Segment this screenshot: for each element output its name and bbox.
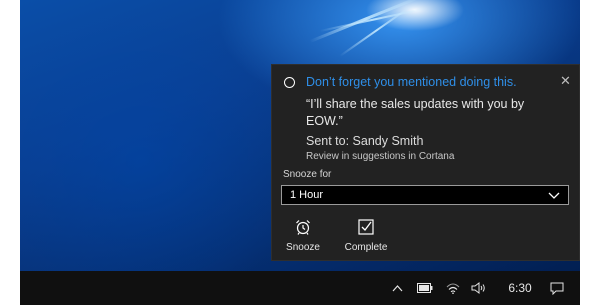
battery-icon[interactable] [414,271,436,305]
volume-icon[interactable] [468,271,490,305]
close-icon[interactable]: ✕ [560,73,571,89]
wifi-icon[interactable] [442,271,464,305]
snooze-label: Snooze for [283,169,332,180]
toast-quote: “I’ll share the sales updates with you b… [306,97,525,128]
checkbox-icon [336,216,396,238]
circle-icon[interactable] [284,77,295,88]
clock-time[interactable]: 6:30 [502,271,538,305]
sent-to-text: Sent to: Sandy Smith [306,134,424,148]
taskbar: 6:30 [20,271,580,305]
snooze-selected-value: 1 Hour [290,189,324,201]
cortana-reminder-toast[interactable]: Don’t forget you mentioned doing this. ✕… [271,64,580,261]
chevron-down-icon [548,189,560,204]
snooze-label-text: Snooze [286,242,320,253]
chevron-up-icon[interactable] [386,271,408,305]
complete-label-text: Complete [344,242,388,253]
snooze-duration-select[interactable]: 1 Hour [281,185,569,205]
snooze-button[interactable]: Snooze [273,216,333,253]
action-center-icon[interactable] [546,271,568,305]
alarm-clock-icon [273,216,333,238]
review-text: Review in suggestions in Cortana [306,151,455,162]
toast-title: Don’t forget you mentioned doing this. [306,75,517,89]
complete-button[interactable]: Complete [336,216,396,253]
light-ray [319,7,428,32]
